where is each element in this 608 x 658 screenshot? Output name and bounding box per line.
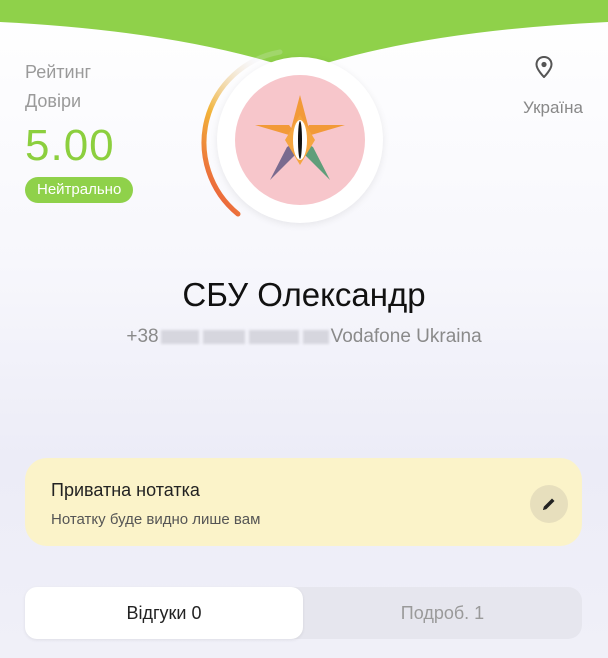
tab-details[interactable]: Подроб. 1 [303, 587, 582, 639]
profile-tabs: Відгуки 0 Подроб. 1 [25, 587, 582, 639]
note-subtitle: Нотатку буде видно лише вам [51, 511, 261, 528]
phone-prefix: +38 [126, 326, 159, 347]
redacted-digits [160, 329, 199, 344]
edit-note-button[interactable] [530, 485, 568, 523]
redacted-digits [202, 329, 245, 344]
avatar-image [235, 75, 365, 205]
private-note-card[interactable]: Приватна нотатка Нотатку буде видно лише… [25, 458, 582, 546]
redacted-digits [302, 329, 329, 344]
phone-line: +38 Vodafone Ukraina [0, 326, 608, 348]
redacted-digits [248, 329, 299, 344]
rating-value: 5.00 [25, 121, 115, 170]
location-pin-icon [535, 55, 553, 83]
country-label: Україна [523, 98, 583, 117]
contact-name: СБУ Олександр [182, 276, 426, 313]
operator-name: Vodafone Ukraina [330, 326, 482, 347]
rating-label-line1: Рейтинг [25, 62, 92, 82]
note-title: Приватна нотатка [51, 480, 200, 500]
star-logo-icon [255, 95, 345, 180]
location: Україна [503, 55, 583, 126]
avatar [200, 40, 400, 240]
pencil-icon [543, 498, 555, 510]
avatar-frame [217, 57, 383, 223]
tab-reviews[interactable]: Відгуки 0 [25, 587, 303, 639]
trust-rating: Рейтинг Довіри 5.00 Нейтрально [25, 58, 134, 203]
rating-label-line2: Довіри [25, 91, 82, 111]
rating-status-badge: Нейтрально [25, 177, 134, 203]
